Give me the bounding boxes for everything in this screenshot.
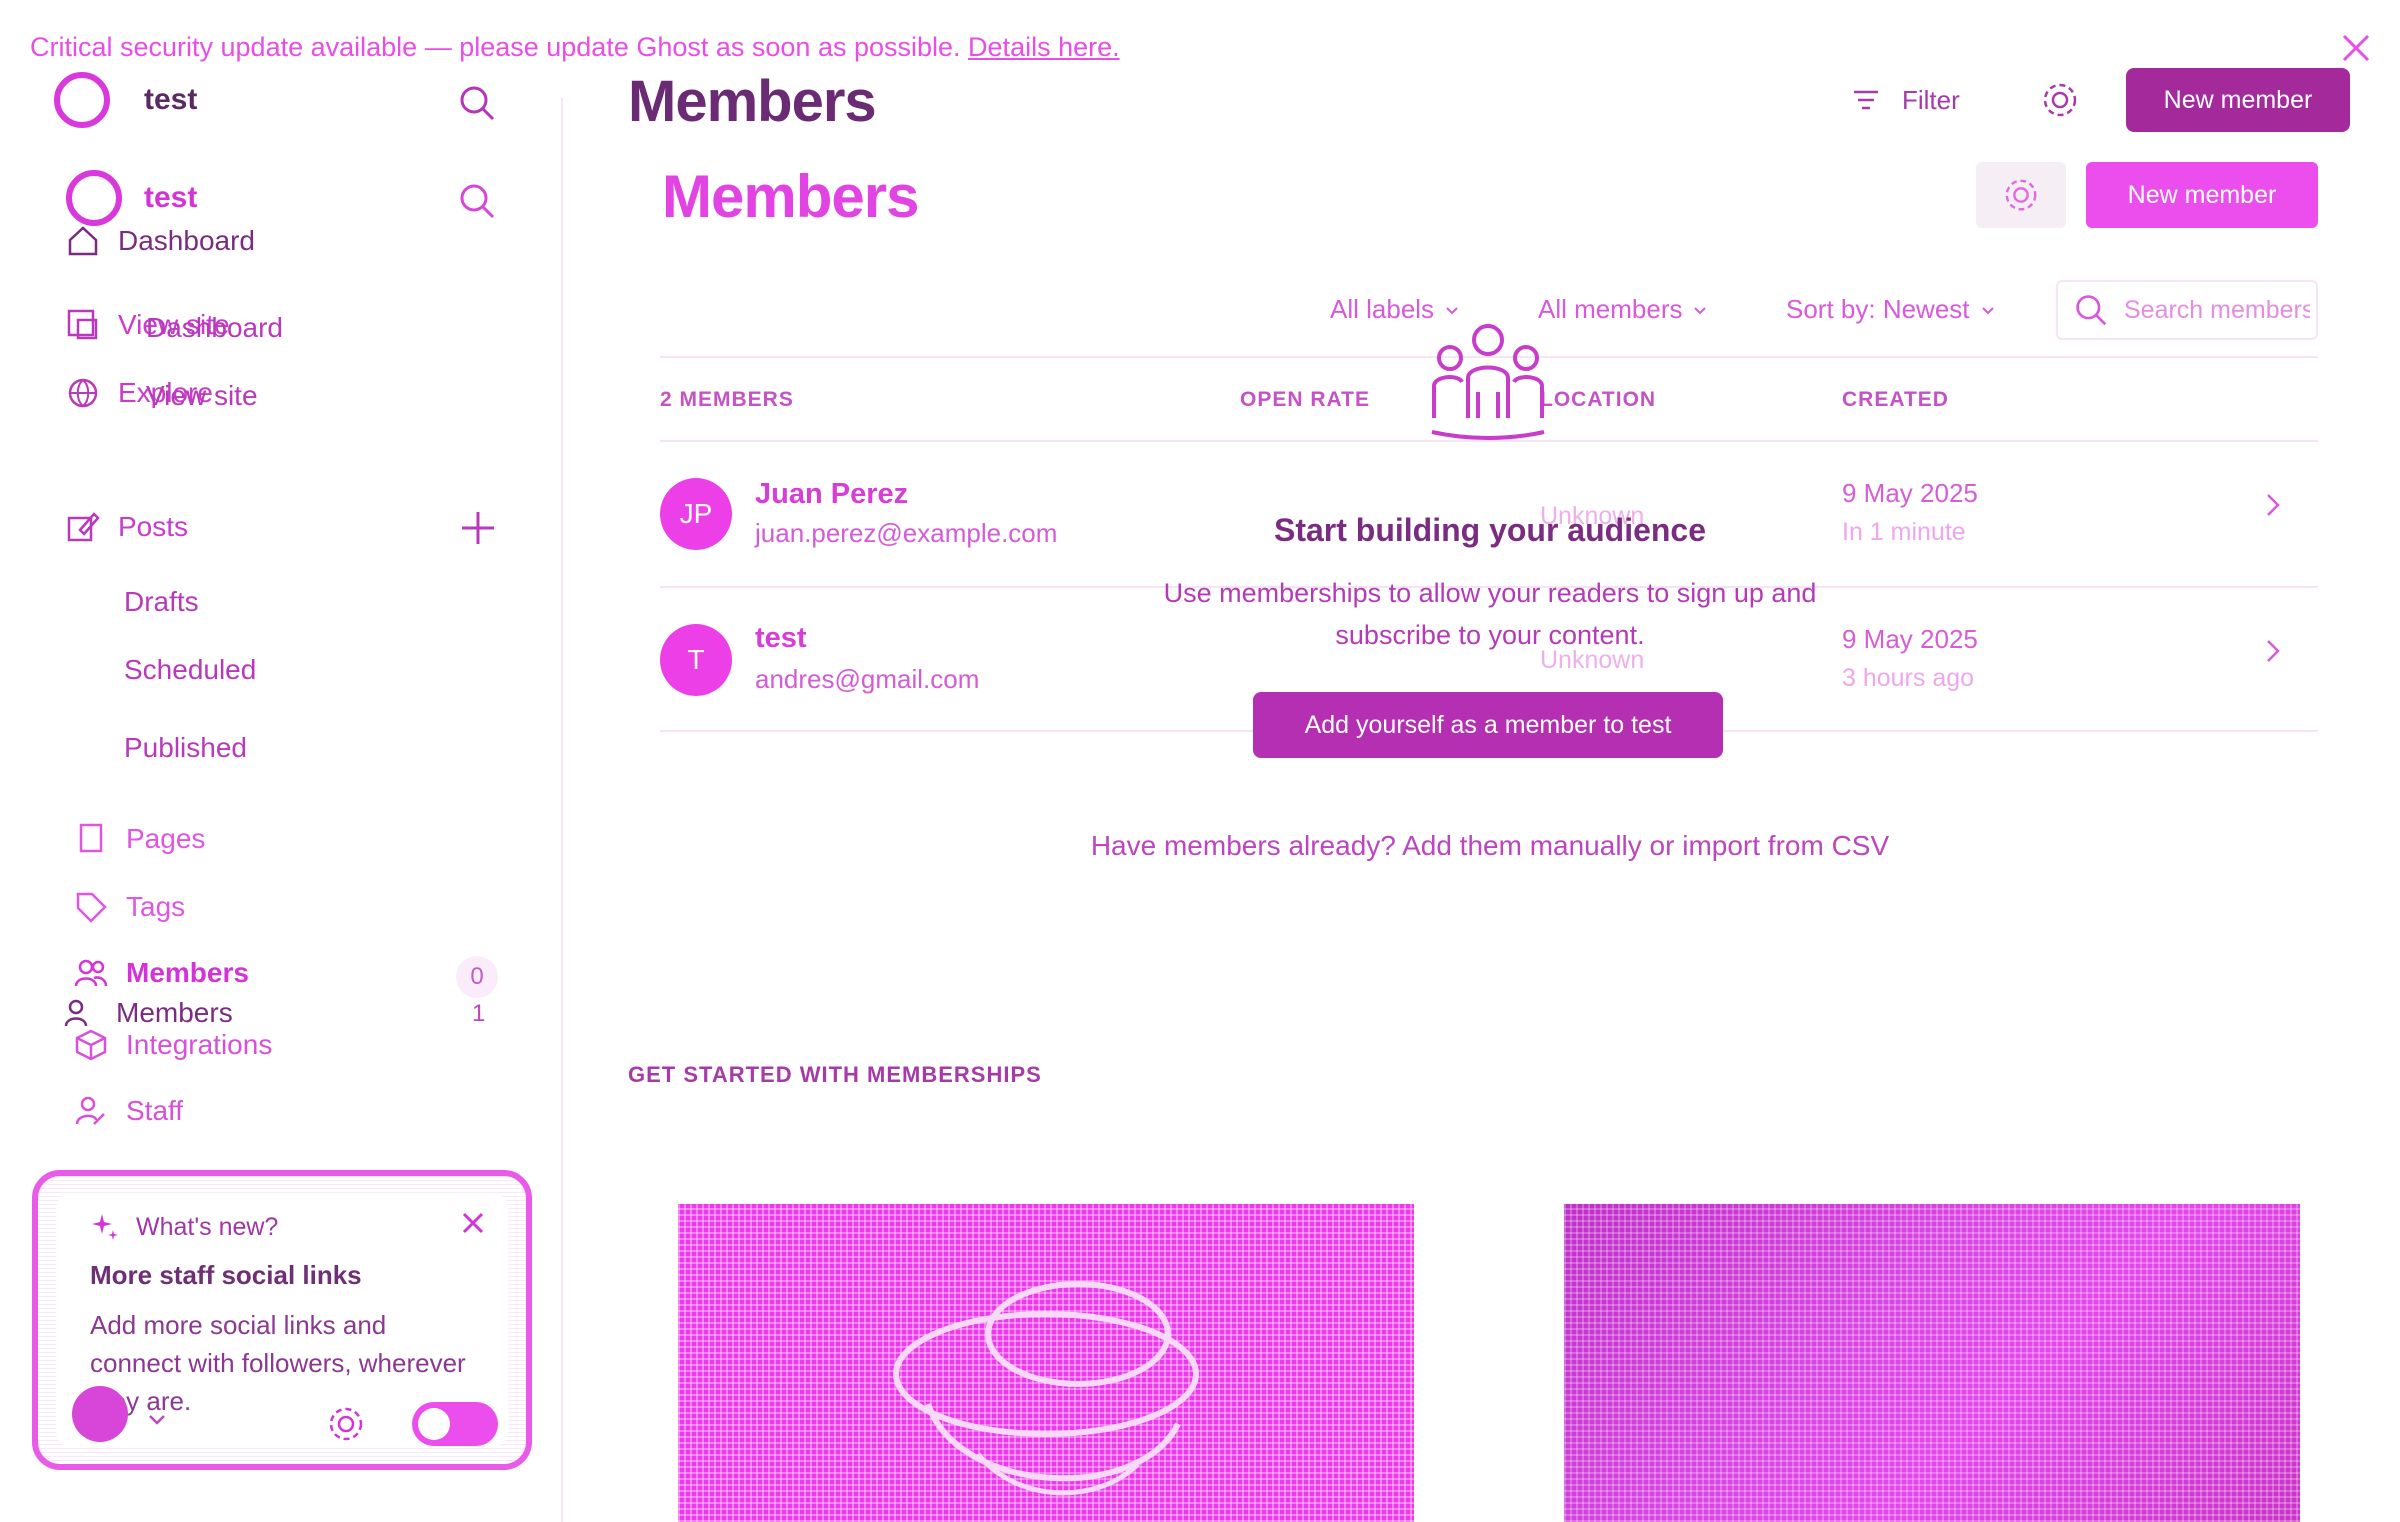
- labels-filter[interactable]: All labels: [1330, 294, 1460, 325]
- sidebar-item-drafts[interactable]: Drafts: [124, 586, 199, 618]
- staff-icon: [74, 1094, 108, 1128]
- view-site-icon: [66, 308, 100, 342]
- new-member-button[interactable]: New member: [2126, 68, 2350, 132]
- search-box[interactable]: [2056, 280, 2318, 340]
- sidebar-item-members-ghost[interactable]: Members: [64, 996, 233, 1030]
- chevron-down-icon[interactable]: [146, 1408, 168, 1430]
- whats-new-body: Add more social links and connect with f…: [90, 1310, 466, 1416]
- sidebar-item-integrations[interactable]: Integrations: [74, 1028, 272, 1062]
- members-icon: [64, 996, 98, 1030]
- settings-icon: [2005, 179, 2037, 211]
- chevron-down-icon: [1446, 306, 1458, 314]
- site-header[interactable]: test: [66, 170, 197, 226]
- whats-new-title: More staff social links: [90, 1260, 362, 1290]
- member-name: Juan Perez: [755, 478, 909, 510]
- bowl-illustration: [893, 1281, 1199, 1496]
- members-filter[interactable]: All members: [1538, 294, 1708, 325]
- add-yourself-button[interactable]: Add yourself as a member to test: [1253, 692, 1723, 758]
- plus-icon[interactable]: [458, 508, 498, 548]
- banner-details-link[interactable]: Details here.: [968, 32, 1120, 62]
- import-members-text[interactable]: Have members already? Add them manually …: [1000, 830, 1980, 862]
- close-icon[interactable]: [460, 1210, 486, 1236]
- cube-icon: [74, 1028, 108, 1062]
- sparkle-icon: [92, 1214, 118, 1240]
- site-logo: [66, 170, 122, 226]
- member-email: andres@gmail.com: [755, 664, 980, 694]
- search-input[interactable]: [2122, 294, 2312, 326]
- chevron-right-icon[interactable]: [2260, 492, 2286, 518]
- sidebar-item-staff[interactable]: Staff: [74, 1094, 183, 1128]
- members-illustration-icon: [1431, 324, 1545, 440]
- get-started-label: GET STARTED WITH MEMBERSHIPS: [628, 1062, 1042, 1087]
- sidebar-item-members[interactable]: Members: [74, 956, 249, 990]
- filter-button[interactable]: Filter: [1850, 84, 1960, 116]
- column-header-open-rate[interactable]: OPEN RATE: [1240, 388, 1370, 412]
- empty-state-title: Start building your audience: [1273, 512, 1707, 548]
- site-name: test: [144, 181, 198, 214]
- members-icon: [74, 956, 108, 990]
- banner-message: Critical security update available — ple…: [30, 32, 1120, 62]
- user-avatar[interactable]: [72, 1386, 128, 1442]
- search-icon[interactable]: [458, 182, 496, 220]
- settings-icon[interactable]: [326, 1404, 366, 1444]
- members-count: 1: [472, 1000, 486, 1027]
- membership-card-gradient[interactable]: [1564, 1204, 2300, 1522]
- search-icon[interactable]: [458, 84, 496, 122]
- search-icon: [2076, 295, 2107, 326]
- chevron-down-icon: [1694, 306, 1707, 314]
- sidebar-item-scheduled[interactable]: Scheduled: [124, 654, 256, 686]
- membership-card-image[interactable]: [678, 1204, 1414, 1522]
- sidebar-item-view-site-label[interactable]: View site: [146, 380, 258, 412]
- settings-icon[interactable]: [2040, 80, 2080, 120]
- sidebar-item-pages[interactable]: Pages: [74, 822, 205, 856]
- site-header-ghost[interactable]: test: [54, 72, 197, 128]
- members-settings-button[interactable]: [1976, 162, 2066, 228]
- dark-mode-toggle[interactable]: [412, 1402, 498, 1446]
- new-member-button-primary[interactable]: New member: [2086, 162, 2318, 228]
- chevron-down-icon: [1981, 306, 1994, 314]
- whats-new-heading: What's new?: [90, 1212, 278, 1242]
- site-logo: [54, 72, 110, 128]
- filter-icon: [1854, 90, 1878, 110]
- sidebar-item-posts[interactable]: Posts: [66, 510, 188, 544]
- site-name: test: [144, 83, 198, 116]
- page-title-ghost: Members: [628, 69, 877, 134]
- members-count-badge: 0: [456, 956, 498, 998]
- page-icon: [74, 822, 108, 856]
- column-header-members: 2 MEMBERS: [660, 388, 794, 411]
- empty-state-description: Use memberships to allow your readers to…: [1163, 578, 1817, 650]
- sidebar-item-dashboard-ghost[interactable]: Dashboard: [66, 224, 255, 258]
- sidebar-item-tags[interactable]: Tags: [74, 890, 185, 924]
- edit-icon: [66, 510, 100, 544]
- member-name: test: [755, 622, 807, 654]
- member-created-date: 9 May 2025: [1842, 478, 1978, 508]
- member-avatar: T: [660, 624, 732, 696]
- member-created-relative: 3 hours ago: [1842, 664, 1975, 692]
- tag-icon: [74, 890, 108, 924]
- globe-icon: [66, 376, 100, 410]
- sidebar-item-published[interactable]: Published: [124, 732, 247, 764]
- column-header-location[interactable]: LOCATION: [1540, 388, 1656, 412]
- column-header-created[interactable]: CREATED: [1842, 388, 1949, 412]
- home-icon: [66, 224, 100, 258]
- page-title: Members: [662, 163, 919, 230]
- member-avatar: JP: [660, 478, 732, 550]
- sort-dropdown[interactable]: Sort by: Newest: [1786, 294, 1996, 325]
- close-icon[interactable]: [2338, 30, 2374, 66]
- sidebar-item-dashboard[interactable]: Dashboard: [146, 312, 283, 344]
- chevron-right-icon[interactable]: [2260, 638, 2286, 664]
